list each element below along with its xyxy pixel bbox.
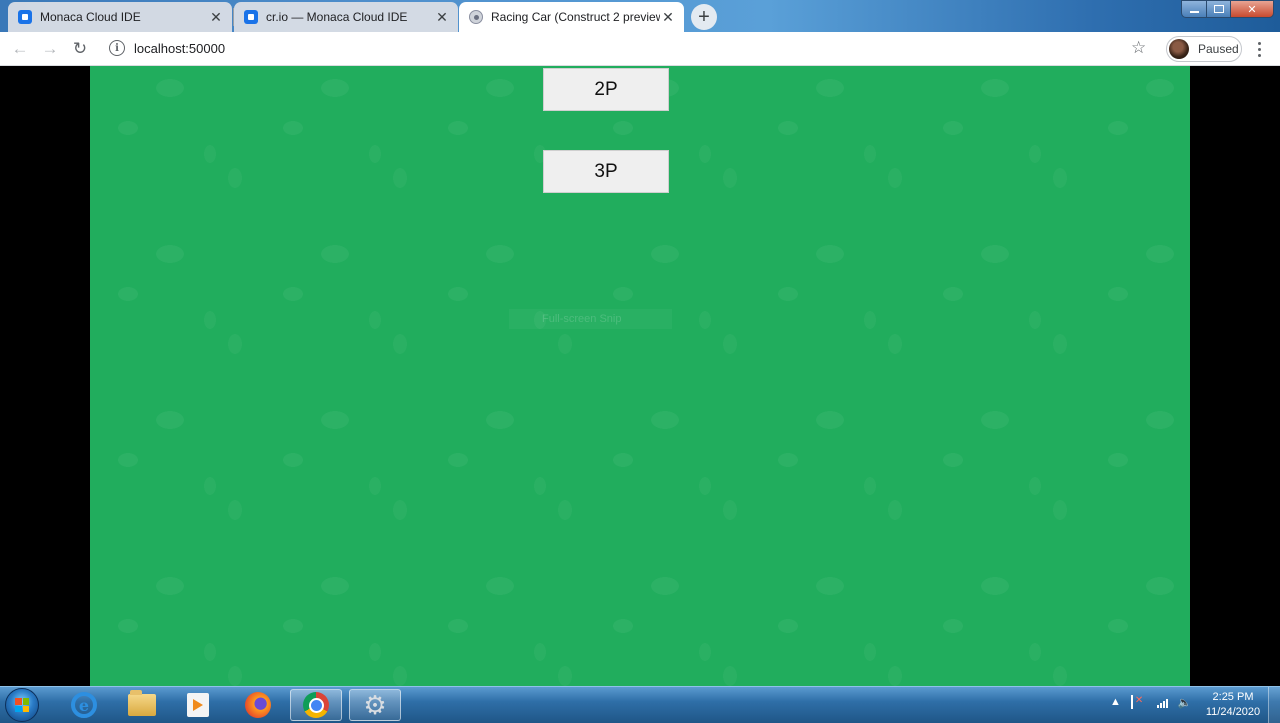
browser-tab-strip: Monaca Cloud IDE ✕ cr.io — Monaca Cloud …: [0, 0, 1280, 32]
restore-button[interactable]: [1206, 0, 1231, 18]
system-tray: ▲ 🔈: [1110, 695, 1192, 709]
close-icon[interactable]: ✕: [208, 9, 224, 25]
window-close-button[interactable]: ✕: [1230, 0, 1274, 18]
network-signal-icon[interactable]: [1156, 696, 1168, 708]
windows-taskbar: e ⚙ ▲ 🔈 2:25 PM 11/24/2020: [0, 686, 1280, 723]
avatar: [1169, 39, 1189, 59]
back-button[interactable]: ←: [8, 37, 32, 61]
site-info-icon[interactable]: i: [109, 40, 125, 56]
taskbar-chrome[interactable]: [290, 689, 342, 721]
bookmark-star-icon[interactable]: ☆: [1131, 38, 1146, 58]
new-tab-button[interactable]: +: [691, 4, 717, 30]
clock-date: 11/24/2020: [1205, 706, 1261, 718]
chrome-icon: [303, 692, 329, 718]
close-icon[interactable]: ✕: [434, 9, 450, 25]
reload-icon: ↻: [72, 39, 88, 58]
taskbar-firefox[interactable]: [232, 689, 284, 721]
action-center-flag-icon[interactable]: [1130, 695, 1147, 709]
tab-crio-monaca[interactable]: cr.io — Monaca Cloud IDE ✕: [234, 2, 458, 32]
construct2-icon: [469, 10, 483, 24]
address-bar[interactable]: localhost:50000: [134, 41, 225, 56]
show-desktop-button[interactable]: [1268, 687, 1280, 723]
reload-button[interactable]: ↻: [68, 37, 92, 61]
close-icon[interactable]: ✕: [660, 9, 676, 25]
monaca-icon: [18, 10, 32, 24]
profile-button[interactable]: Paused: [1166, 36, 1242, 62]
taskbar-media-player[interactable]: [172, 689, 224, 721]
profile-status: Paused: [1198, 42, 1239, 56]
start-button[interactable]: [5, 688, 39, 722]
tab-title: Monaca Cloud IDE: [40, 10, 141, 24]
tab-racing-car[interactable]: Racing Car (Construct 2 preview) ✕: [459, 2, 684, 32]
internet-explorer-icon: e: [71, 692, 97, 718]
restore-icon: [1213, 5, 1224, 13]
taskbar-clock[interactable]: 2:25 PM 11/24/2020: [1198, 690, 1268, 720]
arrow-left-icon: ←: [11, 39, 29, 58]
folder-icon: [128, 690, 156, 716]
show-hidden-icons-icon[interactable]: ▲: [1110, 696, 1121, 708]
monaca-icon: [244, 10, 258, 24]
media-player-icon: [187, 693, 209, 717]
browser-toolbar: ← → ↻ i localhost:50000 ☆ Paused: [0, 32, 1280, 66]
taskbar-file-explorer[interactable]: [116, 689, 168, 721]
taskbar-settings[interactable]: ⚙: [349, 689, 401, 721]
minimize-icon: [1189, 10, 1199, 13]
settings-gear-icon: ⚙: [363, 690, 387, 720]
taskbar-internet-explorer[interactable]: e: [58, 689, 110, 721]
volume-icon[interactable]: 🔈: [1178, 696, 1192, 709]
forward-button[interactable]: →: [38, 37, 62, 61]
tab-title: Racing Car (Construct 2 preview): [491, 10, 660, 24]
clock-time: 2:25 PM: [1212, 691, 1254, 703]
three-player-button[interactable]: 3P: [543, 150, 669, 193]
tab-title: cr.io — Monaca Cloud IDE: [266, 10, 408, 24]
browser-menu-button[interactable]: [1252, 39, 1266, 59]
snip-overlay-hint: Full-screen Snip: [509, 309, 672, 329]
two-player-button[interactable]: 2P: [543, 68, 669, 111]
minimize-button[interactable]: [1181, 0, 1207, 18]
tab-monaca-ide[interactable]: Monaca Cloud IDE ✕: [8, 2, 232, 32]
arrow-right-icon: →: [41, 39, 59, 58]
game-canvas[interactable]: 2P 3P Full-screen Snip: [90, 66, 1190, 686]
page-viewport: 2P 3P Full-screen Snip: [0, 66, 1280, 686]
windows-logo-icon: [15, 698, 29, 712]
close-icon: ✕: [1247, 3, 1257, 16]
firefox-icon: [245, 692, 271, 718]
